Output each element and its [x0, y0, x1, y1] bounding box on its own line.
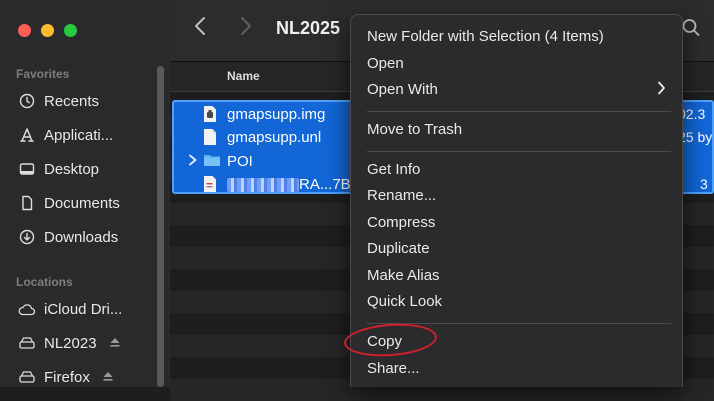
sidebar-item-downloads[interactable]: Downloads [18, 225, 118, 249]
sidebar-item-label: Downloads [44, 228, 119, 246]
sidebar-scrollbar[interactable] [157, 66, 164, 387]
menu-item-move-to-trash[interactable]: Move to Trash [367, 121, 462, 138]
minimize-window-button[interactable] [41, 24, 54, 37]
clock-icon [18, 92, 36, 110]
sidebar-item-desktop[interactable]: Desktop [18, 157, 99, 181]
chevron-right-icon [241, 17, 251, 35]
cloud-icon [18, 300, 36, 318]
menu-item-new-folder-with-selection[interactable]: New Folder with Selection (4 Items) [367, 28, 604, 45]
menu-item-get-info[interactable]: Get Info [367, 161, 420, 178]
zoom-window-button[interactable] [64, 24, 77, 37]
close-window-button[interactable] [18, 24, 31, 37]
file-name: POI [227, 152, 253, 170]
window-title: NL2025 [276, 18, 341, 38]
desktop-icon [18, 160, 36, 178]
sidebar-section-favorites: Favorites [16, 67, 70, 81]
menu-separator [367, 111, 671, 112]
file-name: RA...7BW [227, 176, 365, 193]
menu-item-open-with[interactable]: Open With [367, 81, 438, 98]
menu-item-duplicate[interactable]: Duplicate [367, 240, 430, 257]
sidebar: Favorites Recents Applicati... Desktop D… [0, 0, 170, 387]
document-icon [18, 194, 36, 212]
menu-item-make-alias[interactable]: Make Alias [367, 267, 440, 284]
menu-item-open[interactable]: Open [367, 55, 404, 72]
sidebar-section-locations: Locations [16, 275, 73, 289]
sidebar-item-label: Applicati... [44, 126, 114, 144]
sidebar-item-icloud-drive[interactable]: iCloud Dri... [18, 297, 122, 321]
sidebar-item-label: Desktop [44, 160, 100, 178]
menu-item-quick-look[interactable]: Quick Look [367, 293, 442, 310]
sidebar-item-label: Recents [44, 92, 100, 110]
file-name: gmapsupp.img [227, 105, 326, 123]
sidebar-item-applications[interactable]: Applicati... [18, 123, 113, 147]
applications-icon [18, 126, 36, 144]
chevron-right-icon [189, 154, 197, 165]
redacted-text [227, 177, 299, 192]
drive-icon [18, 368, 36, 386]
file-size: 25 by [678, 129, 713, 145]
menu-separator [367, 151, 671, 152]
file-name: gmapsupp.unl [227, 128, 322, 146]
chevron-right-icon [657, 81, 666, 100]
sidebar-item-firefox[interactable]: Firefox [18, 365, 114, 389]
menu-item-compress[interactable]: Compress [367, 214, 435, 231]
document-icon [203, 128, 219, 146]
drive-icon [18, 334, 36, 352]
eject-icon[interactable] [102, 369, 114, 386]
sidebar-item-label: Firefox [44, 368, 90, 386]
disk-image-icon [203, 105, 219, 123]
sidebar-item-nl2023[interactable]: NL2023 [18, 331, 121, 355]
download-icon [18, 228, 36, 246]
finder-window: Favorites Recents Applicati... Desktop D… [0, 0, 714, 401]
column-header-name[interactable]: Name [227, 69, 260, 83]
menu-item-share[interactable]: Share... [367, 360, 420, 377]
folder-icon [203, 152, 220, 170]
back-button[interactable] [194, 16, 206, 42]
window-controls [18, 24, 77, 37]
sidebar-item-label: Documents [44, 194, 120, 212]
chevron-left-icon [195, 17, 205, 35]
sidebar-item-label: iCloud Dri... [44, 300, 123, 318]
eject-icon[interactable] [109, 335, 121, 352]
disclosure-triangle[interactable] [188, 154, 200, 169]
text-file-icon [203, 175, 219, 193]
search-icon[interactable] [682, 18, 700, 43]
forward-button[interactable] [240, 16, 252, 42]
sidebar-item-recents[interactable]: Recents [18, 89, 99, 113]
sidebar-item-label: NL2023 [44, 334, 97, 352]
file-size: 3 [700, 176, 708, 192]
menu-item-rename[interactable]: Rename... [367, 187, 436, 204]
sidebar-item-documents[interactable]: Documents [18, 191, 120, 215]
